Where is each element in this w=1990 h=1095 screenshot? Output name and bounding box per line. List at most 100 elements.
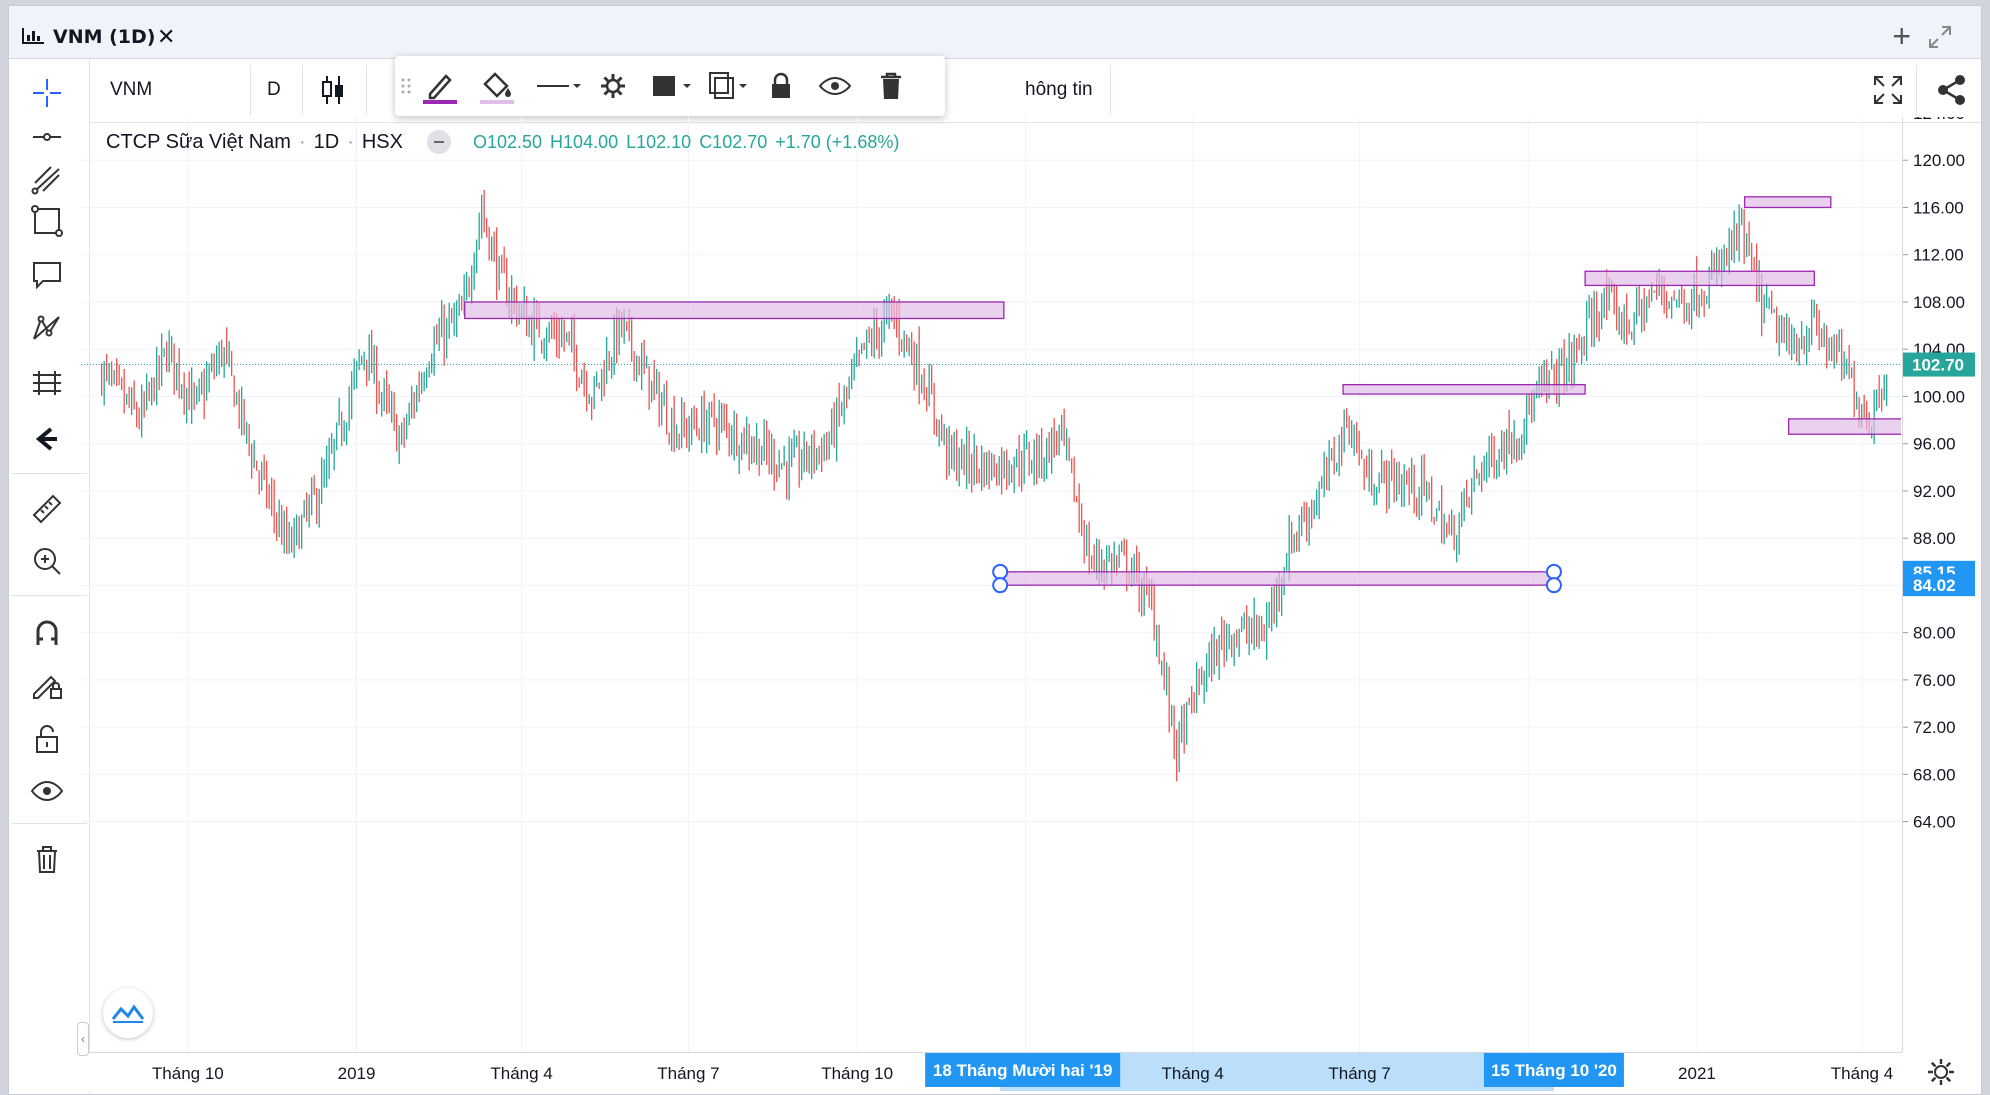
- crosshair-tool[interactable]: [27, 73, 67, 113]
- legend-open: O102.50: [472, 131, 543, 152]
- visibility-tool[interactable]: [27, 771, 67, 811]
- tool-separator: [11, 823, 87, 824]
- arrow-left-icon: [35, 427, 57, 451]
- drag-handle-icon[interactable]: [395, 76, 417, 96]
- selection-handle[interactable]: [1545, 563, 1562, 580]
- expand-icon[interactable]: [1927, 24, 1953, 50]
- fib-tool[interactable]: [27, 159, 67, 199]
- add-chart-button[interactable]: +: [1892, 18, 1911, 55]
- toolbar-divider: [302, 65, 303, 115]
- magnet-icon: [36, 620, 58, 645]
- interval-button[interactable]: D: [267, 79, 281, 101]
- price-chart[interactable]: [81, 117, 1901, 1052]
- zoom-in-icon: [34, 548, 61, 575]
- time-axis[interactable]: Tháng 10 2019 Tháng 4 Tháng 7 Tháng 10 Tháng …: [81, 1052, 1902, 1091]
- price-axis[interactable]: 124.00120.00116.00112.00108.00104.00100.…: [1902, 117, 1975, 1052]
- crosshair-icon: [33, 79, 61, 107]
- price-tick-label: 108.00: [1913, 293, 1965, 312]
- clone-icon[interactable]: [705, 66, 755, 106]
- collapse-legend-icon[interactable]: [426, 130, 451, 154]
- line-color-icon[interactable]: [420, 66, 460, 106]
- price-tick-label: 68.00: [1913, 765, 1956, 784]
- fill-color-icon[interactable]: [477, 66, 517, 106]
- toolbar-divider: [366, 65, 367, 115]
- price-tick-label: 92.00: [1913, 482, 1956, 501]
- price-tick-label: 124.00: [1913, 117, 1965, 123]
- zoom-tool[interactable]: [27, 541, 67, 581]
- fullscreen-icon[interactable]: [1871, 73, 1905, 107]
- symbol-search[interactable]: VNM: [110, 79, 152, 101]
- selection-handle[interactable]: [992, 563, 1009, 580]
- time-tick-label: 2019: [338, 1064, 376, 1083]
- fib-icon: [31, 166, 60, 195]
- measure-tool[interactable]: [27, 489, 67, 529]
- lock-drawing-tool[interactable]: [27, 665, 67, 705]
- share-icon[interactable]: [1933, 71, 1971, 109]
- ruler-icon: [32, 494, 62, 524]
- price-zone-rectangle: [464, 301, 1005, 320]
- price-tick-label: 72.00: [1913, 718, 1956, 737]
- lock-icon[interactable]: [761, 66, 801, 106]
- legend-low: L102.10: [626, 131, 692, 152]
- drawing-toolbar: [9, 59, 90, 1094]
- unlock-icon: [36, 725, 58, 753]
- tradingview-logo[interactable]: [103, 988, 153, 1038]
- rectangle-icon: [31, 205, 63, 237]
- price-zone-rectangle: [1787, 418, 1901, 435]
- time-tick-label: Tháng 10: [821, 1064, 893, 1083]
- lock-all-tool[interactable]: [27, 719, 67, 759]
- time-selection-start-label: 18 Tháng Mười hai '19: [933, 1061, 1113, 1080]
- top-toolbar: VNM D hông tin: [90, 56, 1981, 123]
- back-tool[interactable]: [27, 419, 67, 459]
- logo-icon: [111, 1004, 145, 1023]
- eye-icon: [30, 780, 64, 802]
- tool-separator: [11, 595, 87, 596]
- trash-icon: [37, 846, 57, 873]
- selection-handle[interactable]: [992, 577, 1009, 594]
- tool-separator: [11, 473, 87, 474]
- window-titlebar: VNM (1D) ✕ +: [9, 6, 1981, 59]
- toolbar-divider: [1916, 65, 1917, 115]
- chart-icon: [22, 28, 44, 44]
- last-price-label: 102.70: [1912, 356, 1964, 375]
- chart-legend: CTCP Sữa Việt Nam · 1D · HSX O102.50 H10…: [106, 130, 900, 154]
- visibility-interval-icon[interactable]: [647, 66, 697, 106]
- price-tick-label: 88.00: [1913, 529, 1956, 548]
- prediction-tool[interactable]: [27, 363, 67, 403]
- price-zone-rectangle: [1743, 196, 1832, 209]
- horizontal-line-tool[interactable]: [27, 117, 67, 157]
- price-tick-label: 80.00: [1913, 624, 1956, 643]
- price-tick-label: 96.00: [1913, 435, 1956, 454]
- time-tick-label: Tháng 4: [1162, 1064, 1224, 1083]
- legend-exchange: HSX: [361, 130, 403, 153]
- collapse-panel-button[interactable]: ‹: [77, 1022, 89, 1056]
- text-tool[interactable]: [27, 255, 67, 295]
- candles-icon[interactable]: [318, 74, 348, 106]
- info-button[interactable]: hông tin: [1025, 79, 1093, 101]
- hide-icon[interactable]: [815, 66, 855, 106]
- pencil-lock-icon: [33, 675, 62, 699]
- price-tick-label: 112.00: [1913, 246, 1964, 265]
- toolbar-divider: [1110, 65, 1111, 115]
- price-tick-label: 76.00: [1913, 671, 1956, 690]
- delete-icon[interactable]: [871, 66, 911, 106]
- time-tick-label: Tháng 7: [1328, 1064, 1390, 1083]
- time-tick-label: Tháng 4: [1831, 1064, 1893, 1083]
- legend-change: +1.70 (+1.68%): [775, 131, 900, 152]
- remove-drawings-tool[interactable]: [27, 839, 67, 879]
- time-tick-label: Tháng 10: [152, 1064, 224, 1083]
- price-zone-rectangle: [999, 571, 1555, 586]
- horizontal-line-icon: [33, 133, 61, 141]
- line-style-icon[interactable]: [533, 66, 583, 106]
- price-zone-rectangle: [1342, 383, 1586, 395]
- pattern-tool[interactable]: [27, 309, 67, 349]
- rectangle-tool[interactable]: [27, 201, 67, 241]
- price-zone-rectangle: [1584, 270, 1815, 287]
- chart-settings-icon[interactable]: [1925, 1056, 1957, 1088]
- price-tick-label: 100.00: [1913, 387, 1965, 406]
- selection-handle[interactable]: [1545, 577, 1562, 594]
- close-icon[interactable]: ✕: [157, 24, 175, 50]
- settings-icon[interactable]: [593, 66, 633, 106]
- magnet-tool[interactable]: [27, 613, 67, 653]
- prediction-icon: [33, 371, 61, 395]
